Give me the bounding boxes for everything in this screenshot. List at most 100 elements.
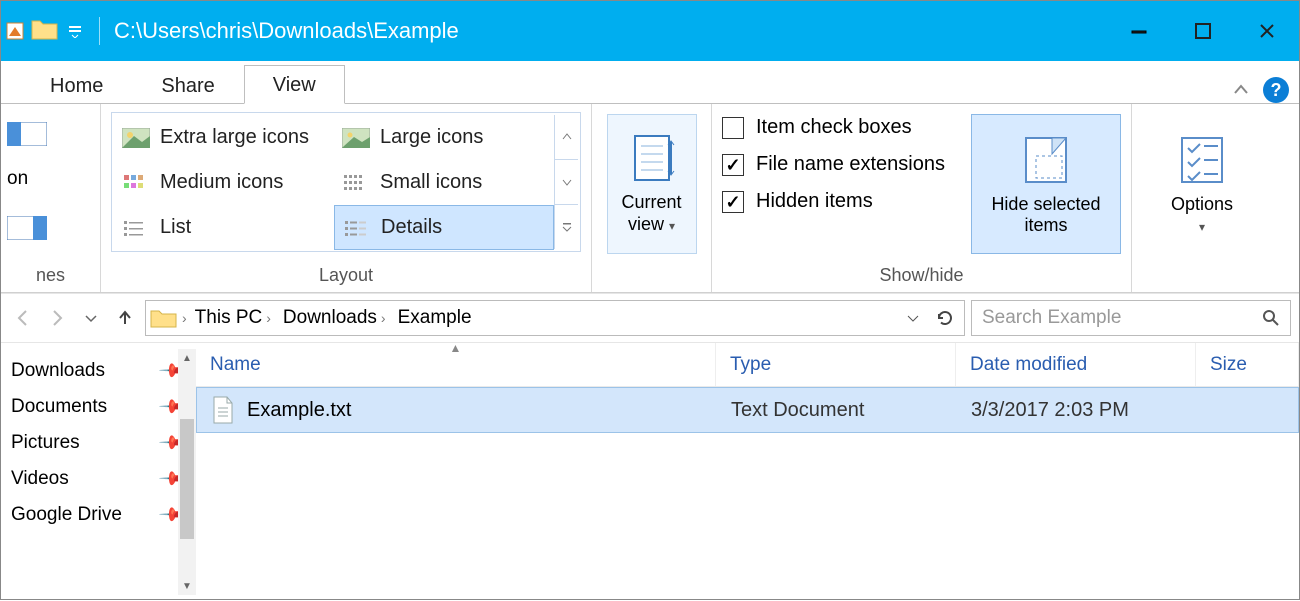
text-file-icon xyxy=(211,396,235,424)
address-history-dropdown[interactable] xyxy=(900,311,926,325)
checkbox-label: File name extensions xyxy=(756,153,945,176)
breadcrumb-thispc[interactable]: This PC› xyxy=(191,307,275,329)
close-button[interactable] xyxy=(1235,1,1299,61)
folder-icon xyxy=(31,17,59,45)
layout-gallery: Extra large icons Large icons Medium ico… xyxy=(111,112,581,252)
sidebar-item-pictures[interactable]: Pictures📌 xyxy=(1,425,196,461)
nav-back-button[interactable] xyxy=(9,304,37,332)
sidebar-item-documents[interactable]: Documents📌 xyxy=(1,389,196,425)
navigation-pane-icon[interactable] xyxy=(7,122,47,146)
file-name: Example.txt xyxy=(247,399,351,422)
layout-group-label: Layout xyxy=(101,263,591,292)
file-type: Text Document xyxy=(717,399,957,422)
quickaccess-icon[interactable] xyxy=(5,21,25,41)
hide-selected-icon xyxy=(1018,132,1074,188)
options-button[interactable]: Options ▾ xyxy=(1142,114,1262,254)
checkbox-icon xyxy=(722,154,744,176)
column-header-name[interactable]: ▲ Name xyxy=(196,343,716,386)
checkbox-icon xyxy=(722,191,744,213)
item-check-boxes-toggle[interactable]: Item check boxes xyxy=(722,116,945,139)
layout-medium-icons[interactable]: Medium icons xyxy=(114,160,334,205)
layout-scroll-down[interactable] xyxy=(554,159,578,204)
checkbox-label: Hidden items xyxy=(756,190,873,213)
tab-share[interactable]: Share xyxy=(132,66,243,104)
minimize-button[interactable] xyxy=(1107,1,1171,61)
layout-label: List xyxy=(160,216,191,239)
hide-selected-items-button[interactable]: Hide selected items xyxy=(971,114,1121,254)
search-icon[interactable] xyxy=(1262,309,1280,327)
ribbon-group-options: Options ▾ xyxy=(1132,104,1272,292)
showhide-group-label: Show/hide xyxy=(712,263,1131,292)
nav-up-button[interactable] xyxy=(111,304,139,332)
nav-forward-button[interactable] xyxy=(43,304,71,332)
layout-label: Medium icons xyxy=(160,171,283,194)
layout-extra-large-icons[interactable]: Extra large icons xyxy=(114,115,334,160)
layout-list[interactable]: List xyxy=(114,205,334,250)
ribbon-collapse-icon[interactable] xyxy=(1229,78,1253,102)
column-header-size[interactable]: Size xyxy=(1196,343,1299,386)
options-label: Options xyxy=(1171,194,1233,214)
chevron-right-icon[interactable]: › xyxy=(182,310,187,326)
large-icons-icon xyxy=(342,128,370,148)
column-header-type[interactable]: Type xyxy=(716,343,956,386)
maximize-button[interactable] xyxy=(1171,1,1235,61)
layout-small-icons[interactable]: Small icons xyxy=(334,160,554,205)
file-name-extensions-toggle[interactable]: File name extensions xyxy=(722,153,945,176)
sidebar-item-downloads[interactable]: Downloads📌 xyxy=(1,353,196,389)
options-icon xyxy=(1174,132,1230,188)
layout-label: Large icons xyxy=(380,126,483,149)
file-row[interactable]: Example.txt Text Document 3/3/2017 2:03 … xyxy=(196,387,1299,433)
ribbon-group-current-view: Current view ▾ xyxy=(592,104,712,292)
qat-dropdown-icon[interactable] xyxy=(65,21,85,41)
scroll-down-icon[interactable]: ▼ xyxy=(178,577,196,595)
scroll-thumb[interactable] xyxy=(180,419,194,539)
ribbon: on nes Extra large icons Larg xyxy=(1,103,1299,293)
title-bar: C:\Users\chris\Downloads\Example xyxy=(1,1,1299,61)
address-bar-row: › This PC› Downloads› Example xyxy=(1,293,1299,343)
layout-large-icons[interactable]: Large icons xyxy=(334,115,554,160)
content-area: Downloads📌 Documents📌 Pictures📌 Videos📌 … xyxy=(1,343,1299,601)
refresh-button[interactable] xyxy=(930,303,960,333)
sidebar-scrollbar[interactable]: ▲ ▼ xyxy=(178,349,196,595)
file-list: ▲ Name Type Date modified Size Example.t… xyxy=(196,343,1299,601)
sort-indicator-icon: ▲ xyxy=(450,341,462,355)
layout-label: Extra large icons xyxy=(160,126,309,149)
current-view-icon xyxy=(629,132,675,186)
scroll-up-icon[interactable]: ▲ xyxy=(178,349,196,367)
column-header-date[interactable]: Date modified xyxy=(956,343,1196,386)
ribbon-group-layout: Extra large icons Large icons Medium ico… xyxy=(101,104,592,292)
medium-icons-icon xyxy=(122,173,150,193)
search-box[interactable] xyxy=(971,300,1291,336)
list-icon xyxy=(122,218,150,238)
hidden-items-toggle[interactable]: Hidden items xyxy=(722,190,945,213)
checkbox-icon xyxy=(722,117,744,139)
preview-pane-icon[interactable] xyxy=(7,216,47,240)
sidebar-item-google-drive[interactable]: Google Drive📌 xyxy=(1,497,196,533)
layout-label: Details xyxy=(381,216,442,239)
tab-view[interactable]: View xyxy=(244,65,345,104)
breadcrumb-example[interactable]: Example xyxy=(394,307,476,329)
help-icon[interactable]: ? xyxy=(1263,77,1289,103)
panes-group-label: nes xyxy=(1,263,100,292)
navigation-pane: Downloads📌 Documents📌 Pictures📌 Videos📌 … xyxy=(1,343,196,601)
breadcrumb-downloads[interactable]: Downloads› xyxy=(279,307,390,329)
address-bar[interactable]: › This PC› Downloads› Example xyxy=(145,300,965,336)
extra-large-icons-icon xyxy=(122,128,150,148)
options-dropdown-icon: ▾ xyxy=(1199,220,1205,234)
panes-partial-label: on xyxy=(7,168,28,190)
nav-recent-dropdown[interactable] xyxy=(77,304,105,332)
sidebar-item-videos[interactable]: Videos📌 xyxy=(1,461,196,497)
options-group-label xyxy=(1132,263,1272,292)
search-input[interactable] xyxy=(982,307,1262,329)
current-view-button[interactable]: Current view ▾ xyxy=(607,114,697,254)
ribbon-tabs: Home Share View ? xyxy=(1,61,1299,103)
file-date: 3/3/2017 2:03 PM xyxy=(957,399,1197,422)
tab-home[interactable]: Home xyxy=(21,66,132,104)
layout-scroll-up[interactable] xyxy=(554,115,578,159)
hide-selected-label: Hide selected items xyxy=(972,194,1120,236)
layout-details[interactable]: Details xyxy=(334,205,554,250)
current-view-dropdown-icon: ▾ xyxy=(669,219,675,233)
checkbox-label: Item check boxes xyxy=(756,116,912,139)
layout-scroll-expand[interactable] xyxy=(554,204,578,249)
details-icon xyxy=(343,218,371,238)
